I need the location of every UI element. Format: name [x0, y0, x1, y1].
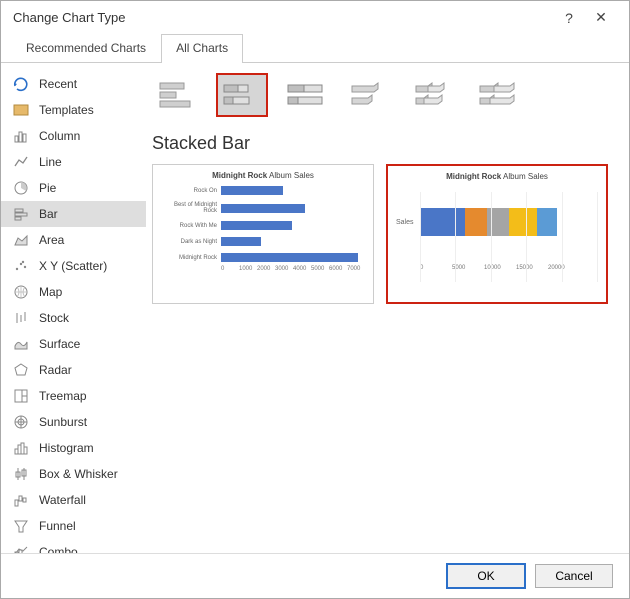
tab-strip: Recommended Charts All Charts — [1, 34, 629, 63]
surface-chart-icon — [13, 336, 29, 352]
tab-all-charts[interactable]: All Charts — [161, 34, 243, 63]
sidebar-item-templates[interactable]: Templates — [1, 97, 146, 123]
bar-chart-icon — [13, 206, 29, 222]
change-chart-type-dialog: Change Chart Type ? ✕ Recommended Charts… — [0, 0, 630, 599]
bar-subtype-row — [152, 73, 611, 117]
sidebar-item-radar[interactable]: Radar — [1, 357, 146, 383]
sidebar-item-waterfall[interactable]: Waterfall — [1, 487, 146, 513]
radar-chart-icon — [13, 362, 29, 378]
sidebar-item-label: Waterfall — [39, 493, 86, 507]
sidebar-item-label: Sunburst — [39, 415, 87, 429]
sidebar-item-stock[interactable]: Stock — [1, 305, 146, 331]
chart-previews: Midnight Rock Album Sales Rock On Best o… — [152, 164, 611, 304]
subtype-3d-stacked-bar[interactable] — [408, 73, 460, 117]
subtype-100-stacked-bar[interactable] — [280, 73, 332, 117]
preview-stacked[interactable]: Midnight Rock Album Sales Sales 05000100… — [386, 164, 608, 304]
stacked-bar — [420, 208, 557, 236]
dialog-title: Change Chart Type — [13, 10, 553, 25]
preview-x-axis: 05000100001500020000 — [420, 265, 598, 271]
subtype-stacked-bar[interactable] — [216, 73, 268, 117]
sidebar-item-label: X Y (Scatter) — [39, 259, 107, 273]
line-chart-icon — [13, 154, 29, 170]
selected-subtype-title: Stacked Bar — [152, 133, 611, 154]
sidebar-item-label: Templates — [39, 103, 94, 117]
preview-bars: Rock On Best of Midnight Rock Rock With … — [161, 186, 365, 262]
help-button[interactable]: ? — [553, 10, 585, 26]
seg-best-of — [465, 208, 487, 236]
sidebar-item-label: Funnel — [39, 519, 76, 533]
preview-title: Midnight Rock Album Sales — [161, 171, 365, 180]
subtype-clustered-bar[interactable] — [152, 73, 204, 117]
combo-chart-icon — [13, 544, 29, 553]
subtype-3d-clustered-bar[interactable] — [344, 73, 396, 117]
sidebar-item-combo[interactable]: Combo — [1, 539, 146, 553]
seg-midnight-rock — [537, 208, 557, 236]
preview-x-axis: 01000200030004000500060007000 — [221, 266, 365, 272]
chart-type-sidebar: Recent Templates Column Line Pie Bar — [1, 63, 146, 553]
subtype-3d-100-stacked-bar[interactable] — [472, 73, 524, 117]
sidebar-item-label: Combo — [39, 545, 78, 553]
sunburst-chart-icon — [13, 414, 29, 430]
sidebar-item-column[interactable]: Column — [1, 123, 146, 149]
map-chart-icon — [13, 284, 29, 300]
seg-dark-as-night — [509, 208, 537, 236]
sidebar-item-treemap[interactable]: Treemap — [1, 383, 146, 409]
pie-chart-icon — [13, 180, 29, 196]
main-panel: Stacked Bar Midnight Rock Album Sales Ro… — [146, 63, 629, 553]
preview-title: Midnight Rock Album Sales — [396, 172, 598, 181]
recent-icon — [13, 76, 29, 92]
histogram-chart-icon — [13, 440, 29, 456]
sidebar-item-label: Map — [39, 285, 62, 299]
sidebar-item-label: Column — [39, 129, 80, 143]
sidebar-item-label: Surface — [39, 337, 80, 351]
seg-rock-with-me — [487, 208, 509, 236]
sidebar-item-area[interactable]: Area — [1, 227, 146, 253]
dialog-body: Recent Templates Column Line Pie Bar — [1, 63, 629, 553]
sidebar-item-label: Histogram — [39, 441, 94, 455]
sidebar-item-map[interactable]: Map — [1, 279, 146, 305]
sidebar-item-label: Bar — [39, 207, 58, 221]
titlebar: Change Chart Type ? ✕ — [1, 1, 629, 34]
sidebar-item-label: Area — [39, 233, 64, 247]
sidebar-item-label: Box & Whisker — [39, 467, 118, 481]
ok-button[interactable]: OK — [447, 564, 525, 588]
box-whisker-chart-icon — [13, 466, 29, 482]
stock-chart-icon — [13, 310, 29, 326]
sidebar-item-label: Line — [39, 155, 62, 169]
waterfall-chart-icon — [13, 492, 29, 508]
stacked-y-label: Sales — [396, 219, 420, 226]
funnel-chart-icon — [13, 518, 29, 534]
sidebar-item-label: Stock — [39, 311, 69, 325]
scatter-chart-icon — [13, 258, 29, 274]
sidebar-item-surface[interactable]: Surface — [1, 331, 146, 357]
sidebar-item-box-whisker[interactable]: Box & Whisker — [1, 461, 146, 487]
sidebar-item-funnel[interactable]: Funnel — [1, 513, 146, 539]
sidebar-item-label: Recent — [39, 77, 77, 91]
sidebar-item-label: Pie — [39, 181, 56, 195]
preview-clustered[interactable]: Midnight Rock Album Sales Rock On Best o… — [152, 164, 374, 304]
sidebar-item-sunburst[interactable]: Sunburst — [1, 409, 146, 435]
sidebar-item-histogram[interactable]: Histogram — [1, 435, 146, 461]
sidebar-item-pie[interactable]: Pie — [1, 175, 146, 201]
sidebar-item-xy-scatter[interactable]: X Y (Scatter) — [1, 253, 146, 279]
sidebar-item-bar[interactable]: Bar — [1, 201, 146, 227]
templates-icon — [13, 102, 29, 118]
cancel-button[interactable]: Cancel — [535, 564, 613, 588]
area-chart-icon — [13, 232, 29, 248]
sidebar-item-line[interactable]: Line — [1, 149, 146, 175]
dialog-footer: OK Cancel — [1, 553, 629, 598]
treemap-chart-icon — [13, 388, 29, 404]
seg-rock-on — [420, 208, 465, 236]
sidebar-item-label: Treemap — [39, 389, 87, 403]
sidebar-item-recent[interactable]: Recent — [1, 71, 146, 97]
tab-recommended-charts[interactable]: Recommended Charts — [11, 34, 161, 63]
column-chart-icon — [13, 128, 29, 144]
sidebar-item-label: Radar — [39, 363, 72, 377]
close-button[interactable]: ✕ — [585, 9, 617, 26]
